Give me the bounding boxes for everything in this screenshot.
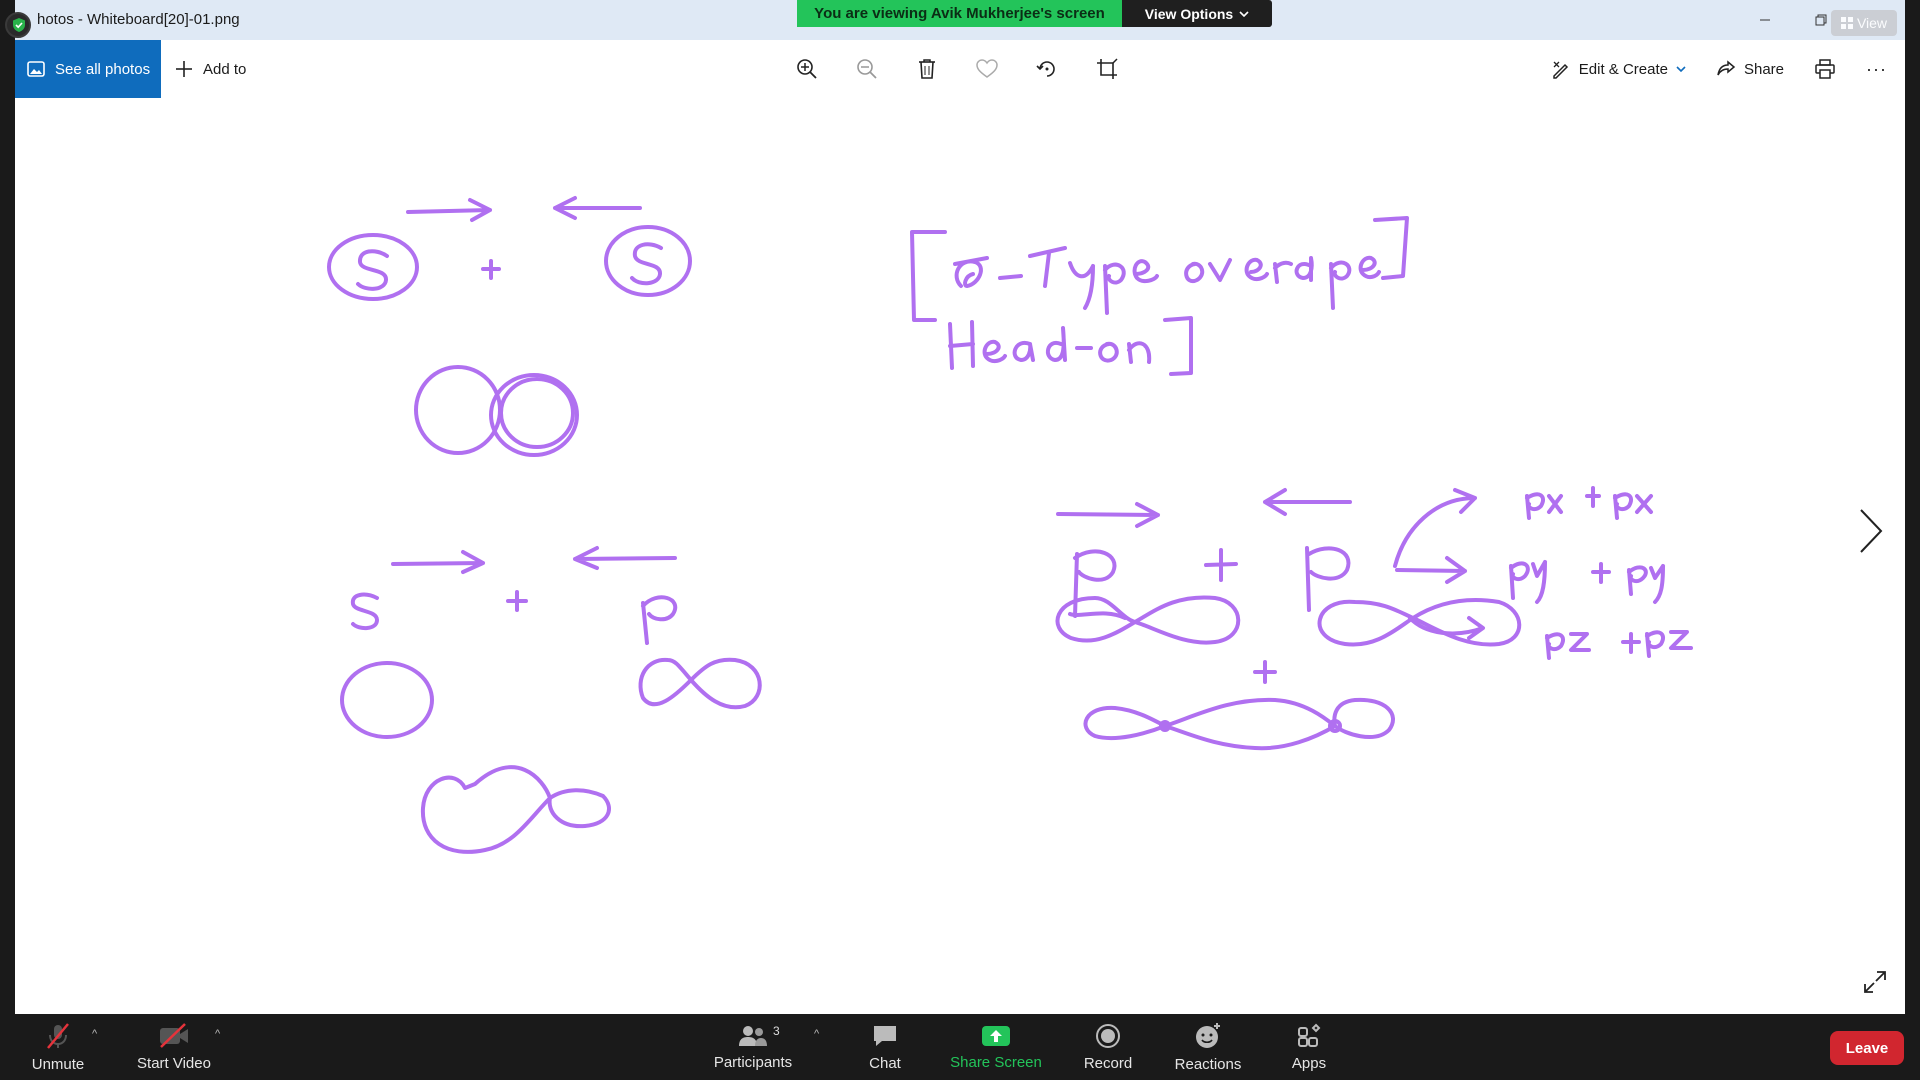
zoom-in-icon[interactable] — [795, 57, 819, 81]
share-screen-button[interactable]: Share Screen — [948, 1014, 1044, 1080]
apps-icon — [1298, 1023, 1321, 1047]
view-chip-label: View — [1856, 15, 1888, 31]
share-label: Share — [1743, 60, 1785, 78]
see-all-photos-label: See all photos — [55, 60, 151, 78]
chat-icon — [874, 1025, 896, 1046]
video-off-icon — [160, 1022, 188, 1048]
audio-options-caret[interactable]: ^ — [92, 1028, 97, 1040]
participants-options-caret[interactable]: ^ — [814, 1028, 819, 1040]
photos-toolbar: See all photos Add to Edit & Create Shar… — [15, 40, 1905, 98]
share-banner-message: You are viewing Avik Mukherjee's screen — [797, 0, 1122, 27]
chevron-down-icon — [1239, 10, 1249, 17]
leave-label: Leave — [1845, 1039, 1889, 1057]
participants-icon — [739, 1025, 767, 1046]
reactions-label: Reactions — [1174, 1055, 1242, 1073]
record-button[interactable]: Record — [1080, 1014, 1136, 1080]
grid-icon — [1840, 17, 1853, 29]
share-screen-icon — [982, 1025, 1010, 1046]
screen-share-banner: You are viewing Avik Mukherjee's screen … — [797, 0, 1272, 27]
unmute-label: Unmute — [31, 1055, 85, 1073]
muted-mic-icon — [47, 1022, 69, 1049]
share-screen-label: Share Screen — [950, 1053, 1042, 1071]
edit-create-label: Edit & Create — [1578, 60, 1668, 78]
reactions-smiley-icon — [1196, 1022, 1220, 1048]
zoom-meeting-toolbar: Unmute ^ Start Video ^ Participants 3 ^ … — [0, 1014, 1920, 1080]
chat-label: Chat — [869, 1054, 901, 1072]
next-image-button[interactable] — [1857, 508, 1885, 559]
print-button[interactable] — [1814, 59, 1836, 79]
chevron-right-icon — [1860, 509, 1883, 553]
apps-button[interactable]: Apps — [1284, 1014, 1334, 1080]
view-options-button[interactable]: View Options — [1122, 0, 1272, 27]
zoom-out-icon[interactable] — [855, 57, 879, 81]
image-canvas — [15, 98, 1905, 1014]
right-tools: Edit & Create Share ··· — [1551, 40, 1887, 98]
p-plus-p-diagram — [1055, 486, 1693, 751]
more-options-button[interactable]: ··· — [1866, 59, 1887, 80]
record-label: Record — [1083, 1054, 1133, 1072]
more-options-label: ··· — [1866, 58, 1887, 79]
share-button[interactable]: Share — [1716, 59, 1784, 79]
minimize-button[interactable] — [1737, 0, 1793, 40]
video-options-caret[interactable]: ^ — [215, 1028, 220, 1040]
print-icon — [1815, 59, 1835, 79]
reactions-button[interactable]: Reactions — [1172, 1014, 1244, 1080]
share-icon — [1717, 60, 1736, 76]
add-to-label: Add to — [203, 60, 247, 78]
view-options-label: View Options — [1144, 5, 1234, 22]
expand-icon — [1864, 971, 1886, 993]
leave-button[interactable]: Leave — [1830, 1031, 1904, 1065]
s-plus-s-diagram — [327, 196, 692, 457]
head-on-label — [948, 316, 1193, 376]
edit-create-icon — [1553, 61, 1568, 79]
favorite-heart-icon[interactable] — [975, 57, 999, 81]
participants-button[interactable]: Participants — [708, 1014, 798, 1080]
start-video-label: Start Video — [137, 1054, 211, 1072]
center-tools — [795, 40, 1119, 98]
record-icon — [1096, 1023, 1120, 1048]
shield-icon — [5, 12, 31, 38]
add-to-button[interactable]: Add to — [175, 40, 246, 98]
see-all-photos-button[interactable]: See all photos — [15, 40, 161, 98]
sigma-overlap-title — [910, 216, 1409, 322]
participants-label: Participants — [713, 1053, 793, 1071]
participants-count: 3 — [773, 1024, 780, 1038]
delete-icon[interactable] — [915, 57, 939, 81]
chat-button[interactable]: Chat — [860, 1014, 910, 1080]
view-chip[interactable]: View — [1831, 10, 1897, 36]
edit-create-button[interactable]: Edit & Create — [1551, 59, 1686, 79]
chevron-down-icon — [1676, 66, 1686, 72]
photos-icon — [27, 61, 45, 77]
apps-label: Apps — [1291, 1054, 1327, 1072]
s-plus-p-diagram — [340, 546, 762, 854]
window-title: hotos - Whiteboard[20]-01.png — [37, 11, 240, 28]
start-video-button[interactable]: Start Video — [132, 1014, 216, 1080]
plus-icon — [176, 61, 192, 77]
fullscreen-button[interactable] — [1863, 970, 1887, 999]
unmute-button[interactable]: Unmute — [20, 1014, 96, 1080]
whiteboard-image — [327, 196, 1693, 854]
rotate-icon[interactable] — [1035, 57, 1059, 81]
photos-window: hotos - Whiteboard[20]-01.png View See a… — [5, 0, 1905, 1014]
crop-icon[interactable] — [1095, 57, 1119, 81]
